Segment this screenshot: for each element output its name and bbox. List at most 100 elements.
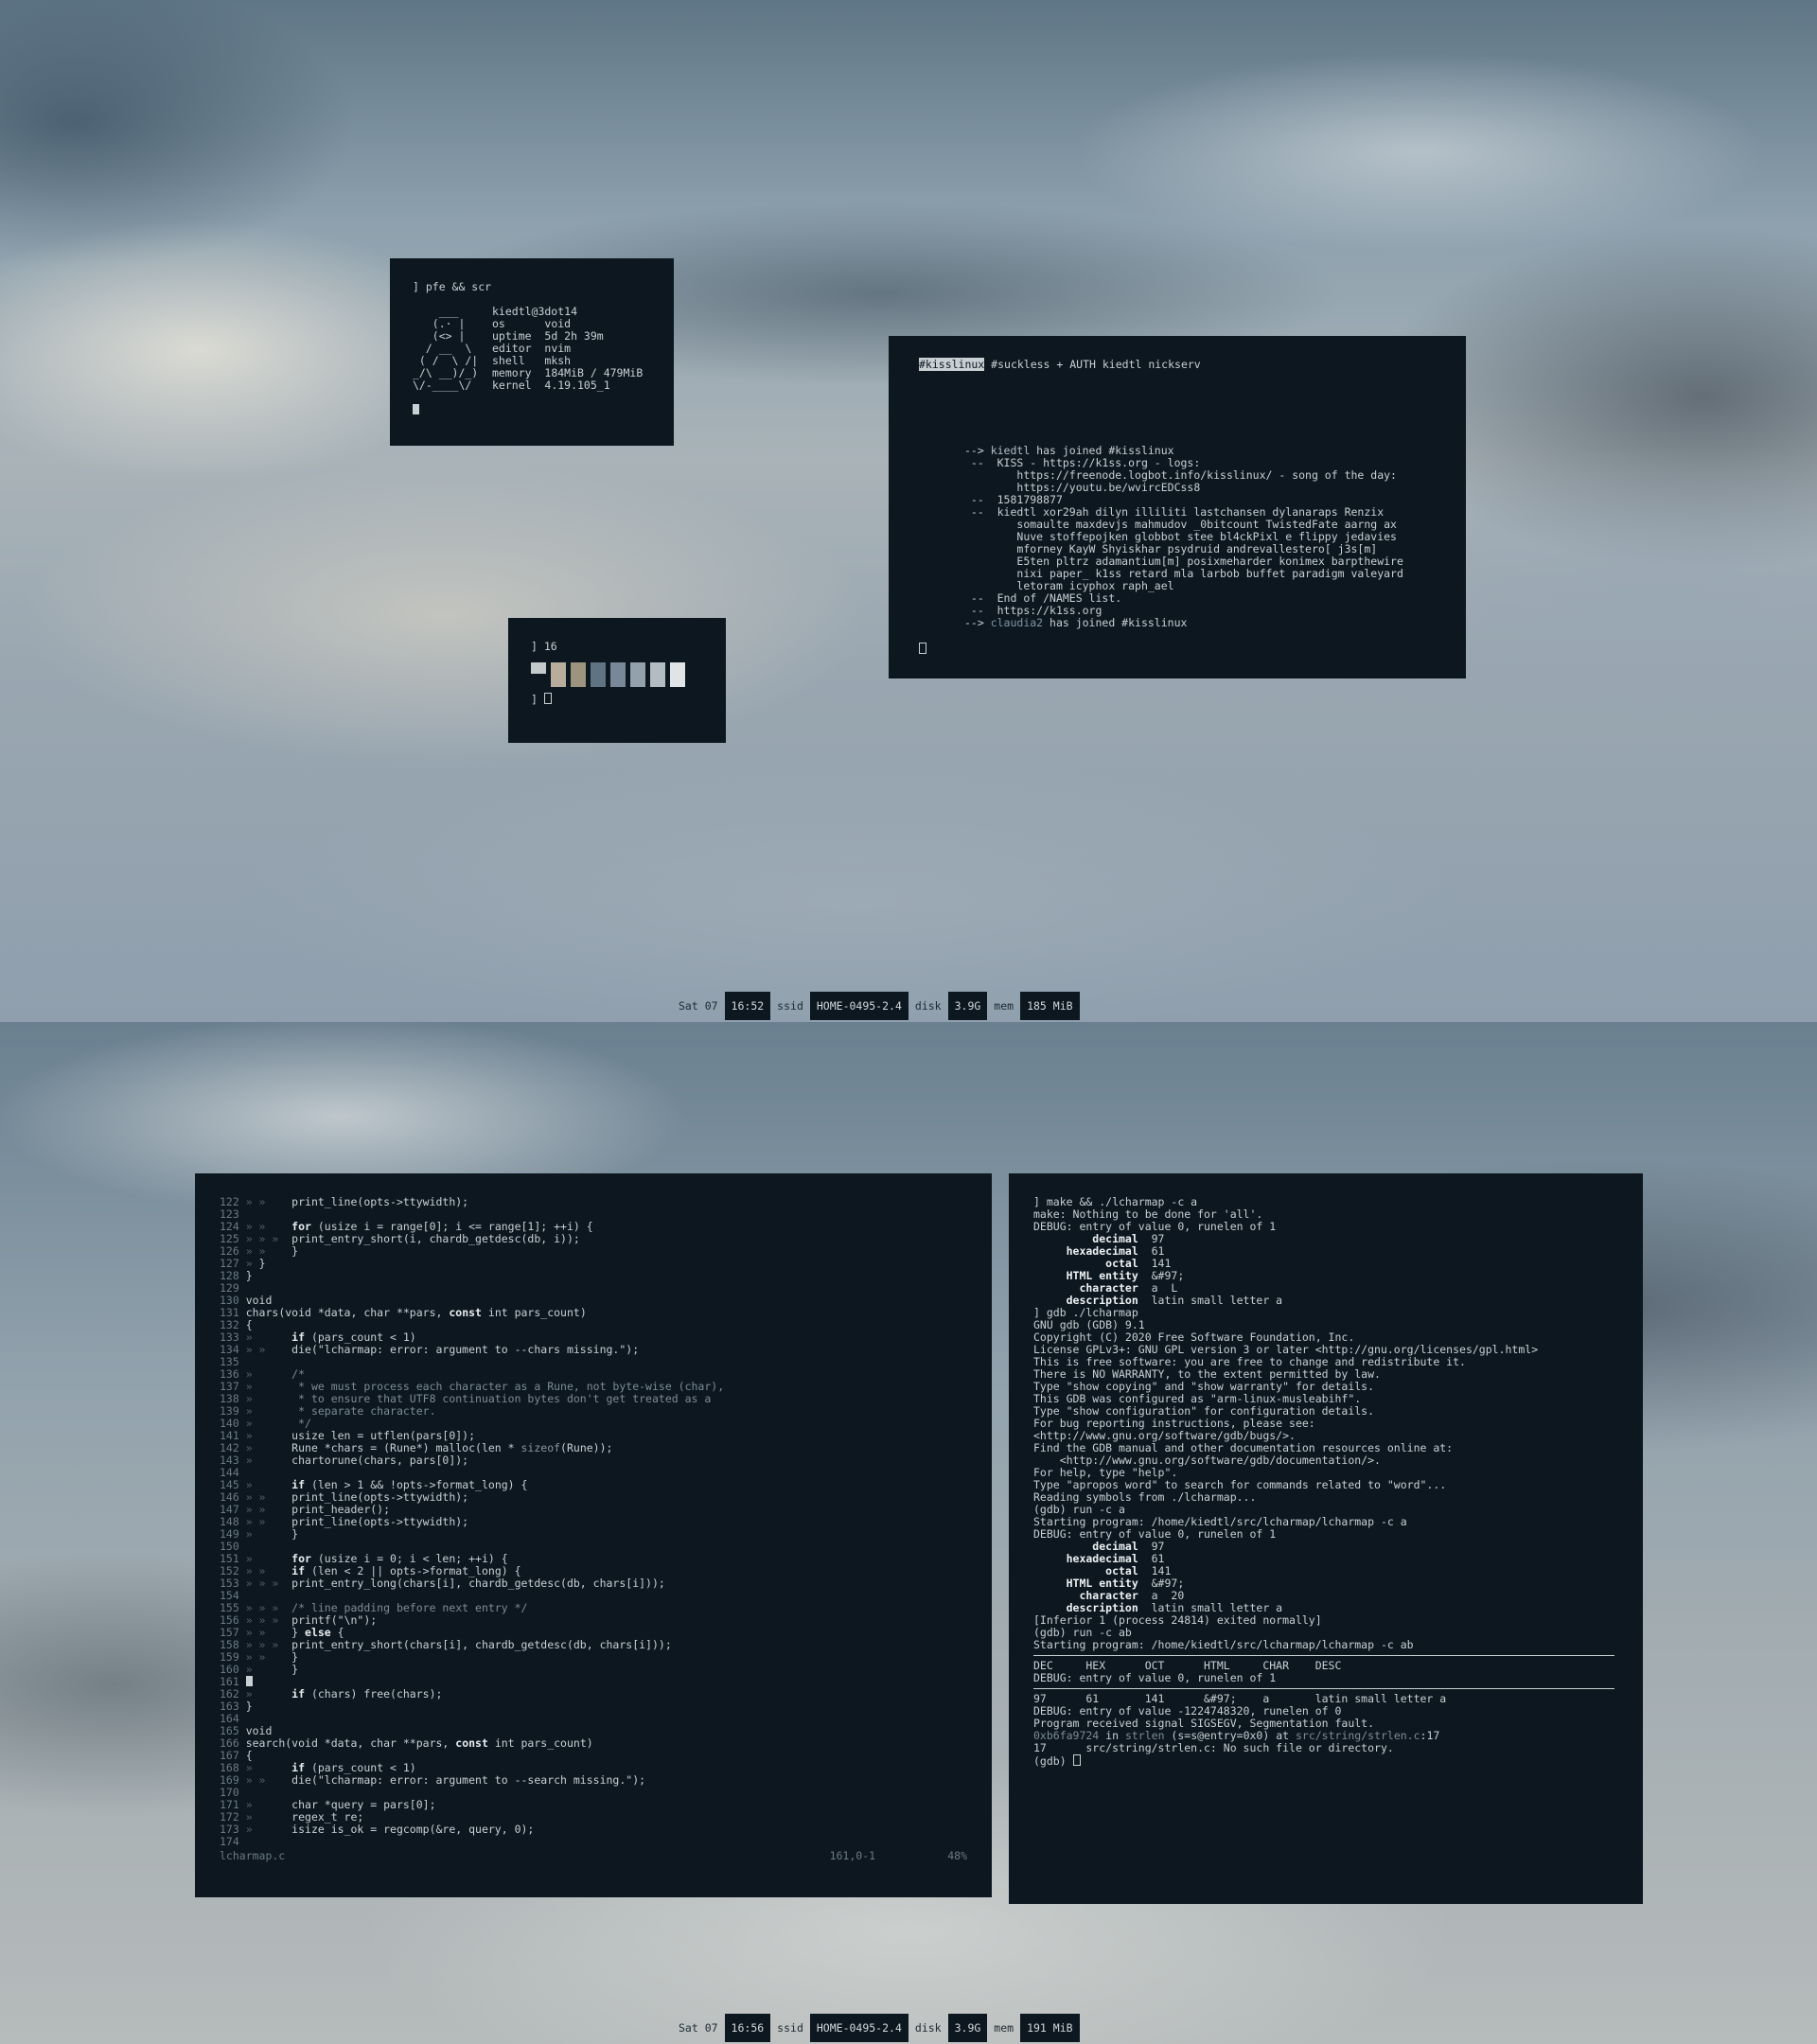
indent-marker: » » » [245,1613,292,1627]
code-line: 158 » » » print_entry_short(chars[i], ch… [220,1639,967,1651]
irc-input-cursor[interactable] [919,643,926,654]
entry-key: HTML entity [1033,1269,1152,1282]
irc-text: 1581798877 [990,493,1063,506]
irc-indent [964,530,991,543]
code-token: (chars) free(chars); [305,1687,443,1700]
irc-indent [964,579,991,592]
frame-function: strlen [1124,1729,1165,1742]
irc-client-window[interactable]: #kisslinux #suckless + AUTH kiedtl nicks… [889,336,1466,678]
irc-nick[interactable]: claudia2 [991,616,1043,629]
frame-address: 0xb6fa9724 [1033,1729,1100,1742]
status-mem-label: mem [994,999,1014,1013]
gdb-text: 97 61 141 &#97; a latin small letter a [1033,1692,1447,1705]
irc-prefix: -- [964,456,991,469]
code-token: (len < 2 || opts->format_long) { [305,1564,521,1577]
code-line: 139 » * separate character. [220,1405,967,1418]
gdb-text: Starting program: /home/kiedtl/src/lchar… [1033,1638,1414,1651]
line-number: 167 [220,1749,246,1762]
indent-marker: » » [245,1515,292,1528]
fetch-key: editor [492,342,545,355]
gdb-text: 17 src/string/strlen.c: No such file or … [1033,1741,1394,1754]
indent-marker: » » [245,1564,292,1577]
gdb-terminal-window[interactable]: ] make && ./lcharmap -c a make: Nothing t… [1009,1173,1643,1904]
irc-prefix: -- [964,604,991,617]
irc-indent [964,567,991,580]
indent-marker: » [245,1380,292,1393]
gdb-text: make: Nothing to be done for 'all'. [1033,1207,1263,1221]
fetch-prompt: ] pfe && scr [413,280,492,293]
gdb-text: DEBUG: entry of value 0, runelen of 1 [1033,1527,1277,1541]
code-token: if [291,1687,306,1700]
line-number: 164 [220,1712,246,1725]
code-token: { [245,1749,253,1762]
status-disk-label: disk [914,2021,942,2035]
entry-value: latin small letter a [1151,1294,1283,1307]
color-palette-terminal-window[interactable]: ] 16 ] [508,618,726,743]
code-token: } [291,1244,299,1258]
gdb-text: DEC HEX OCT HTML CHAR DESC [1033,1659,1342,1672]
entry-key: octal [1033,1564,1152,1577]
line-number: 123 [220,1207,246,1221]
code-line: 166 search(void *data, char **pars, cons… [220,1737,967,1750]
code-token: sizeof [520,1441,561,1454]
gdb-text: Starting program: /home/kiedtl/src/lchar… [1033,1515,1407,1528]
status-ssid-label: ssid [777,999,803,1013]
status-ssid: HOME-0495-2.4 [809,2014,908,2042]
gdb-text: Reading symbols from ./lcharmap... [1033,1490,1257,1504]
indent-marker: » » » [245,1577,292,1590]
gdb-output: ] make && ./lcharmap -c a make: Nothing t… [1033,1196,1618,1768]
code-line: 162 » if (chars) free(chars); [220,1688,967,1700]
gdb-text: GNU gdb (GDB) 9.1 [1033,1318,1145,1331]
color-swatch [630,662,645,687]
code-token: print_header(); [291,1503,391,1516]
color-swatches [531,662,703,687]
status-date: Sat 07 [679,999,718,1013]
code-token: regex_t re; [291,1810,364,1824]
entry-key: hexadecimal [1033,1552,1152,1565]
status-disk: 3.9G [947,992,988,1020]
line-number: 132 [220,1318,246,1331]
fetch-terminal-window[interactable]: ] pfe && scr ___ (.· | (<> | / __ \ ( / … [390,258,674,446]
irc-text: mforney KayW Shyiskhar psydruid andreval… [990,542,1378,555]
status-bar-top: Sat 07 16:52 ssid HOME-0495-2.4 disk 3.9… [672,992,1080,1020]
irc-prefix: --> [964,444,991,457]
color-swatch [610,662,626,687]
code-line: 134 » » die("lcharmap: error: argument t… [220,1344,967,1356]
code-token: (pars_count < 1) [305,1330,416,1344]
code-token: if [291,1564,306,1577]
fetch-value: 4.19.105_1 [544,379,610,392]
frame-file: src/string/strlen.c [1295,1729,1420,1742]
irc-channel-list[interactable]: #suckless + AUTH kiedtl nickserv [984,358,1201,371]
code-token: printf("\n"); [291,1613,378,1627]
code-line: 129 [220,1282,967,1295]
code-token: void [245,1724,273,1737]
gdb-text: For help, type "help". [1033,1466,1178,1479]
entry-key: decimal [1033,1232,1152,1245]
code-token: else [305,1626,331,1639]
irc-text: nixi paper_ k1ss retard mla larbob buffe… [990,567,1403,580]
code-line: 160 » } [220,1664,967,1676]
gdb-text: [Inferior 1 (process 24814) exited norma… [1033,1613,1322,1627]
code-line: 169 » » die("lcharmap: error: argument t… [220,1774,967,1787]
line-number: 146 [220,1490,246,1504]
irc-indent [964,468,991,482]
editor-buffer[interactable]: 122 » » print_line(opts->ttywidth); 123 1… [220,1196,967,1848]
irc-text: End of /NAMES list. [990,591,1122,605]
indent-marker: » » [245,1773,292,1787]
code-token: print_line(opts->ttywidth); [291,1515,469,1528]
irc-text: E5ten pltrz adamantium[m] posixmeharder … [990,555,1403,568]
code-token: } [245,1700,253,1713]
irc-indent [964,518,991,531]
indent-marker: » » [245,1343,292,1356]
entry-value: 141 [1151,1564,1172,1577]
line-number: 137 [220,1380,246,1393]
irc-active-channel[interactable]: #kisslinux [919,358,985,371]
vim-editor-window[interactable]: 122 » » print_line(opts->ttywidth); 123 1… [195,1173,992,1897]
line-number: 130 [220,1294,246,1307]
fetch-key: os [492,317,545,330]
irc-indent [964,542,991,555]
indent-marker: » [245,1663,292,1676]
irc-nick[interactable]: kiedtl [991,444,1031,457]
code-token: const [455,1736,488,1750]
status-mem: 185 MiB [1020,992,1080,1020]
